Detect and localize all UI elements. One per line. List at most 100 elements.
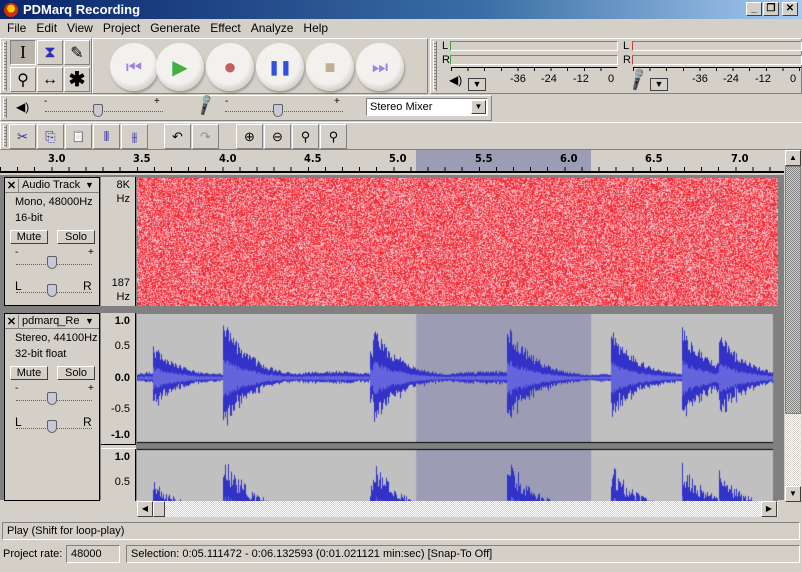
record-volume-slider[interactable] <box>225 110 343 112</box>
undo-button[interactable]: ↶ <box>164 124 191 149</box>
track-name-menu[interactable]: Audio Track <box>19 179 85 191</box>
fit-project-button[interactable]: ⚲ <box>320 124 347 149</box>
pause-icon: ❚❚ <box>268 58 292 75</box>
paste-icon: 📋 <box>71 131 86 143</box>
dropdown-arrow-icon[interactable]: ▼ <box>471 100 486 114</box>
timeshift-tool[interactable]: ↔ <box>37 67 63 92</box>
play-button[interactable]: ▶ <box>156 43 204 91</box>
toolbar-grip[interactable] <box>3 98 7 118</box>
track-name-menu[interactable]: pdmarq_Re <box>19 315 85 327</box>
record-meter-left-label: L <box>623 40 630 52</box>
spectrogram-view[interactable] <box>137 178 778 306</box>
menu-analyze[interactable]: Analyze <box>246 21 299 35</box>
redo-button[interactable]: ↷ <box>192 124 219 149</box>
pan-slider-thumb[interactable] <box>47 420 57 433</box>
cut-button[interactable]: ✂ <box>9 124 36 149</box>
restore-button[interactable]: ❐ <box>763 2 779 16</box>
toolbar-grip[interactable] <box>433 41 437 91</box>
ruler-label: 5.0 <box>389 152 407 165</box>
title-bar: PDMarq Recording _ ❐ ✕ <box>0 0 802 19</box>
axis-unit: Hz <box>116 193 130 205</box>
axis-label: 8K <box>116 179 130 191</box>
scissors-icon: ✂ <box>17 128 28 144</box>
gain-plus-label: + <box>88 383 94 394</box>
timeline-ruler[interactable]: 3.0 3.5 4.0 4.5 5.0 5.5 6.0 6.5 7.0 <box>0 150 784 173</box>
draw-tool[interactable]: ✎ <box>64 40 90 65</box>
menu-effect[interactable]: Effect <box>205 21 245 35</box>
zoom-tool[interactable]: ⚲ <box>10 67 36 92</box>
record-meter-scale <box>633 67 801 71</box>
stop-button[interactable]: ■ <box>306 43 354 91</box>
record-volume-thumb[interactable] <box>273 104 284 117</box>
toolbar-grip[interactable] <box>3 41 7 91</box>
record-meter-right <box>632 55 802 65</box>
paste-button[interactable]: 📋 <box>65 124 92 149</box>
menu-generate[interactable]: Generate <box>145 21 205 35</box>
zoom-out-button[interactable]: ⊖ <box>264 124 291 149</box>
trim-icon: ⫴ <box>103 128 110 144</box>
axis-label: 1.0 <box>114 451 130 463</box>
vertical-scroll-thumb[interactable] <box>785 166 801 414</box>
menu-edit[interactable]: Edit <box>31 21 62 35</box>
menu-project[interactable]: Project <box>98 21 145 35</box>
scroll-down-button[interactable]: ▼ <box>785 486 801 502</box>
playback-volume-slider[interactable] <box>45 110 163 112</box>
mute-button[interactable]: Mute <box>10 366 48 380</box>
vertical-scrollbar[interactable]: ▲ ▼ <box>785 150 801 502</box>
fit-selection-button[interactable]: ⚲ <box>292 124 319 149</box>
track-menu-arrow-icon[interactable]: ▼ <box>85 180 99 190</box>
skip-to-end-button[interactable]: ⏭ <box>356 43 404 91</box>
track-close-button[interactable]: ✕ <box>5 178 19 192</box>
solo-button[interactable]: Solo <box>57 366 95 380</box>
minimize-button[interactable]: _ <box>746 2 762 16</box>
pan-slider-thumb[interactable] <box>47 284 57 297</box>
track-control-panel: ✕ pdmarq_Re ▼ Stereo, 44100Hz 32-bit flo… <box>4 313 100 501</box>
record-meter-right-label: R <box>623 54 631 66</box>
zoom-out-icon: ⊖ <box>272 128 283 144</box>
trim-button[interactable]: ⫴ <box>93 124 120 149</box>
gain-minus-label: - <box>15 247 19 258</box>
horizontal-scroll-thumb[interactable] <box>153 501 165 517</box>
playback-meter-menu-button[interactable]: ▼ <box>468 78 486 91</box>
asterisk-icon: ✱ <box>68 69 86 91</box>
silence-button[interactable]: ⫵ <box>121 124 148 149</box>
ibeam-icon: I <box>20 42 26 62</box>
horizontal-scrollbar[interactable]: ◀ ▶ <box>137 501 778 517</box>
scroll-up-button[interactable]: ▲ <box>785 150 801 166</box>
fit-project-icon: ⚲ <box>328 128 339 144</box>
input-source-select[interactable]: Stereo Mixer ▼ <box>366 98 488 116</box>
gain-slider-thumb[interactable] <box>47 256 57 269</box>
scale-label: -24 <box>723 73 739 85</box>
waveform-view[interactable] <box>137 314 778 502</box>
envelope-icon: ⧗ <box>44 43 56 61</box>
track-menu-arrow-icon[interactable]: ▼ <box>85 316 99 326</box>
ruler-label: 7.0 <box>731 152 749 165</box>
menu-help[interactable]: Help <box>298 21 333 35</box>
gain-slider-thumb[interactable] <box>47 392 57 405</box>
scroll-right-button[interactable]: ▶ <box>761 501 777 517</box>
gain-minus-label: - <box>15 383 19 394</box>
close-button[interactable]: ✕ <box>782 2 798 16</box>
selection-tool[interactable]: I <box>10 40 36 65</box>
playback-volume-thumb[interactable] <box>93 104 104 117</box>
copy-button[interactable]: ⎘ <box>37 124 64 149</box>
play-icon: ▶ <box>172 56 188 79</box>
solo-button[interactable]: Solo <box>57 230 95 244</box>
record-meter-menu-button[interactable]: ▼ <box>650 78 668 91</box>
multi-tool[interactable]: ✱ <box>64 67 90 92</box>
zoom-in-button[interactable]: ⊕ <box>236 124 263 149</box>
project-rate-field[interactable]: 48000 <box>66 545 120 563</box>
mute-button[interactable]: Mute <box>10 230 48 244</box>
scroll-left-button[interactable]: ◀ <box>137 501 153 517</box>
playback-meter-scale <box>451 67 617 71</box>
axis-label: 187 <box>111 277 130 289</box>
skip-to-start-button[interactable]: ⏮ <box>110 43 158 91</box>
track-close-button[interactable]: ✕ <box>5 314 19 328</box>
envelope-tool[interactable]: ⧗ <box>37 40 63 65</box>
menu-view[interactable]: View <box>62 21 98 35</box>
menu-file[interactable]: File <box>2 21 31 35</box>
toolbar-grip[interactable] <box>3 125 7 147</box>
pause-button[interactable]: ❚❚ <box>256 43 304 91</box>
record-button[interactable]: ● <box>206 43 254 91</box>
axis-label: -1.0 <box>111 429 130 441</box>
